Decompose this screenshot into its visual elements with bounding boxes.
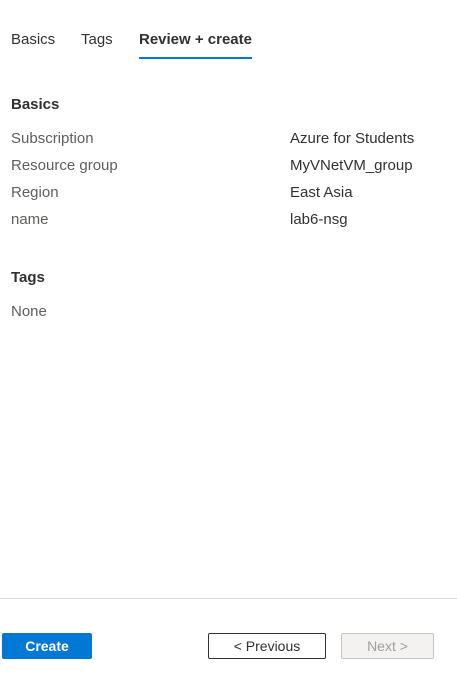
subscription-label: Subscription (11, 130, 94, 147)
tags-empty-text: None (11, 303, 47, 320)
tab-review-create[interactable]: Review + create (139, 31, 252, 48)
resource-group-label: Resource group (11, 157, 118, 174)
tags-section-title: Tags (11, 269, 45, 286)
region-value: East Asia (290, 184, 353, 201)
footer-divider (0, 598, 457, 599)
subscription-value: Azure for Students (290, 130, 415, 147)
basics-section-title: Basics (11, 96, 60, 113)
resource-group-value: MyVNetVM_group (290, 157, 413, 174)
tab-bar: Basics Tags Review + create (0, 0, 457, 62)
previous-button[interactable]: < Previous (208, 633, 326, 659)
tab-basics[interactable]: Basics (11, 31, 55, 48)
name-label: name (11, 211, 49, 228)
create-button[interactable]: Create (2, 633, 92, 659)
next-button[interactable]: Next > (341, 633, 434, 659)
active-tab-indicator (139, 57, 252, 59)
tab-tags[interactable]: Tags (81, 31, 113, 48)
name-value: lab6-nsg (290, 211, 348, 228)
region-label: Region (11, 184, 59, 201)
